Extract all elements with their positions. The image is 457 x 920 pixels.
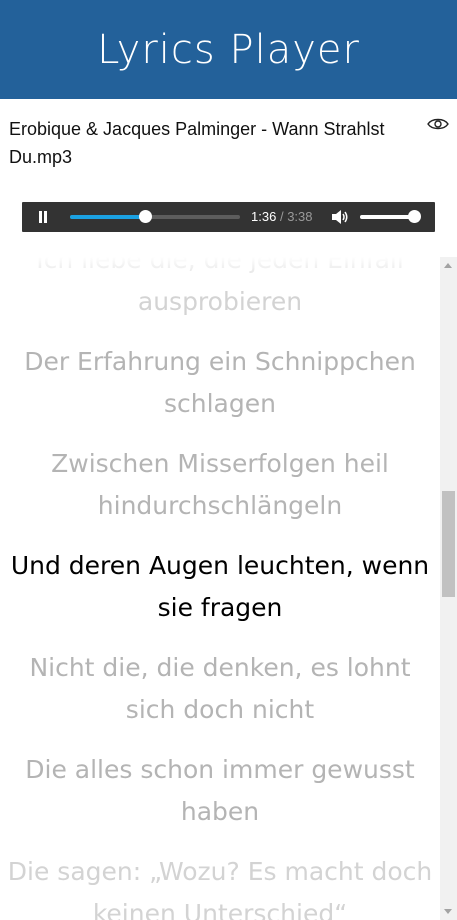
eye-icon [427, 118, 449, 130]
scroll-up-arrow-icon[interactable] [444, 263, 452, 268]
pause-button[interactable] [36, 210, 50, 224]
pause-icon [39, 211, 42, 223]
app-header: Lyrics Player [0, 0, 457, 99]
audio-player: 1:36 / 3:38 [22, 202, 435, 232]
duration: 3:38 [287, 209, 313, 224]
lyric-line[interactable]: Der Erfahrung ein Schnippchen schlagen [0, 341, 440, 425]
lyric-line[interactable]: Die alles schon immer gewusst haben [0, 749, 440, 833]
seek-bar[interactable] [70, 210, 240, 223]
seek-bar-handle[interactable] [138, 210, 152, 223]
mute-button[interactable] [331, 209, 349, 225]
scroll-down-arrow-icon[interactable] [444, 909, 452, 914]
speaker-icon [332, 210, 348, 224]
lyrics-list: Ich liebe die, die jeden Einfall ausprob… [0, 257, 440, 920]
lyric-line[interactable]: Ich liebe die, die jeden Einfall ausprob… [0, 257, 440, 323]
scrollbar-thumb[interactable] [442, 491, 455, 597]
app-title: Lyrics Player [97, 26, 360, 73]
track-filename: Erobique & Jacques Palminger - Wann Stra… [9, 119, 385, 167]
time-separator: / [279, 209, 284, 224]
toggle-visibility-button[interactable] [426, 112, 450, 136]
lyric-line[interactable]: Nicht die, die denken, es lohnt sich doc… [0, 647, 440, 731]
lyrics-panel[interactable]: Ich liebe die, die jeden Einfall ausprob… [0, 257, 440, 920]
volume-slider[interactable] [360, 210, 421, 223]
lyrics-scrollbar[interactable] [440, 257, 457, 920]
volume-fill [360, 215, 414, 219]
seek-bar-fill [70, 215, 145, 219]
current-time: 1:36 [251, 209, 277, 224]
lyric-line[interactable]: Die sagen: „Wozu? Es macht doch keinen U… [0, 851, 440, 920]
time-display: 1:36 / 3:38 [251, 209, 313, 224]
lyric-line[interactable]: Zwischen Misserfolgen heil hindurchschlä… [0, 443, 440, 527]
lyric-line-current[interactable]: Und deren Augen leuchten, wenn sie frage… [0, 545, 440, 629]
volume-handle[interactable] [408, 210, 421, 223]
